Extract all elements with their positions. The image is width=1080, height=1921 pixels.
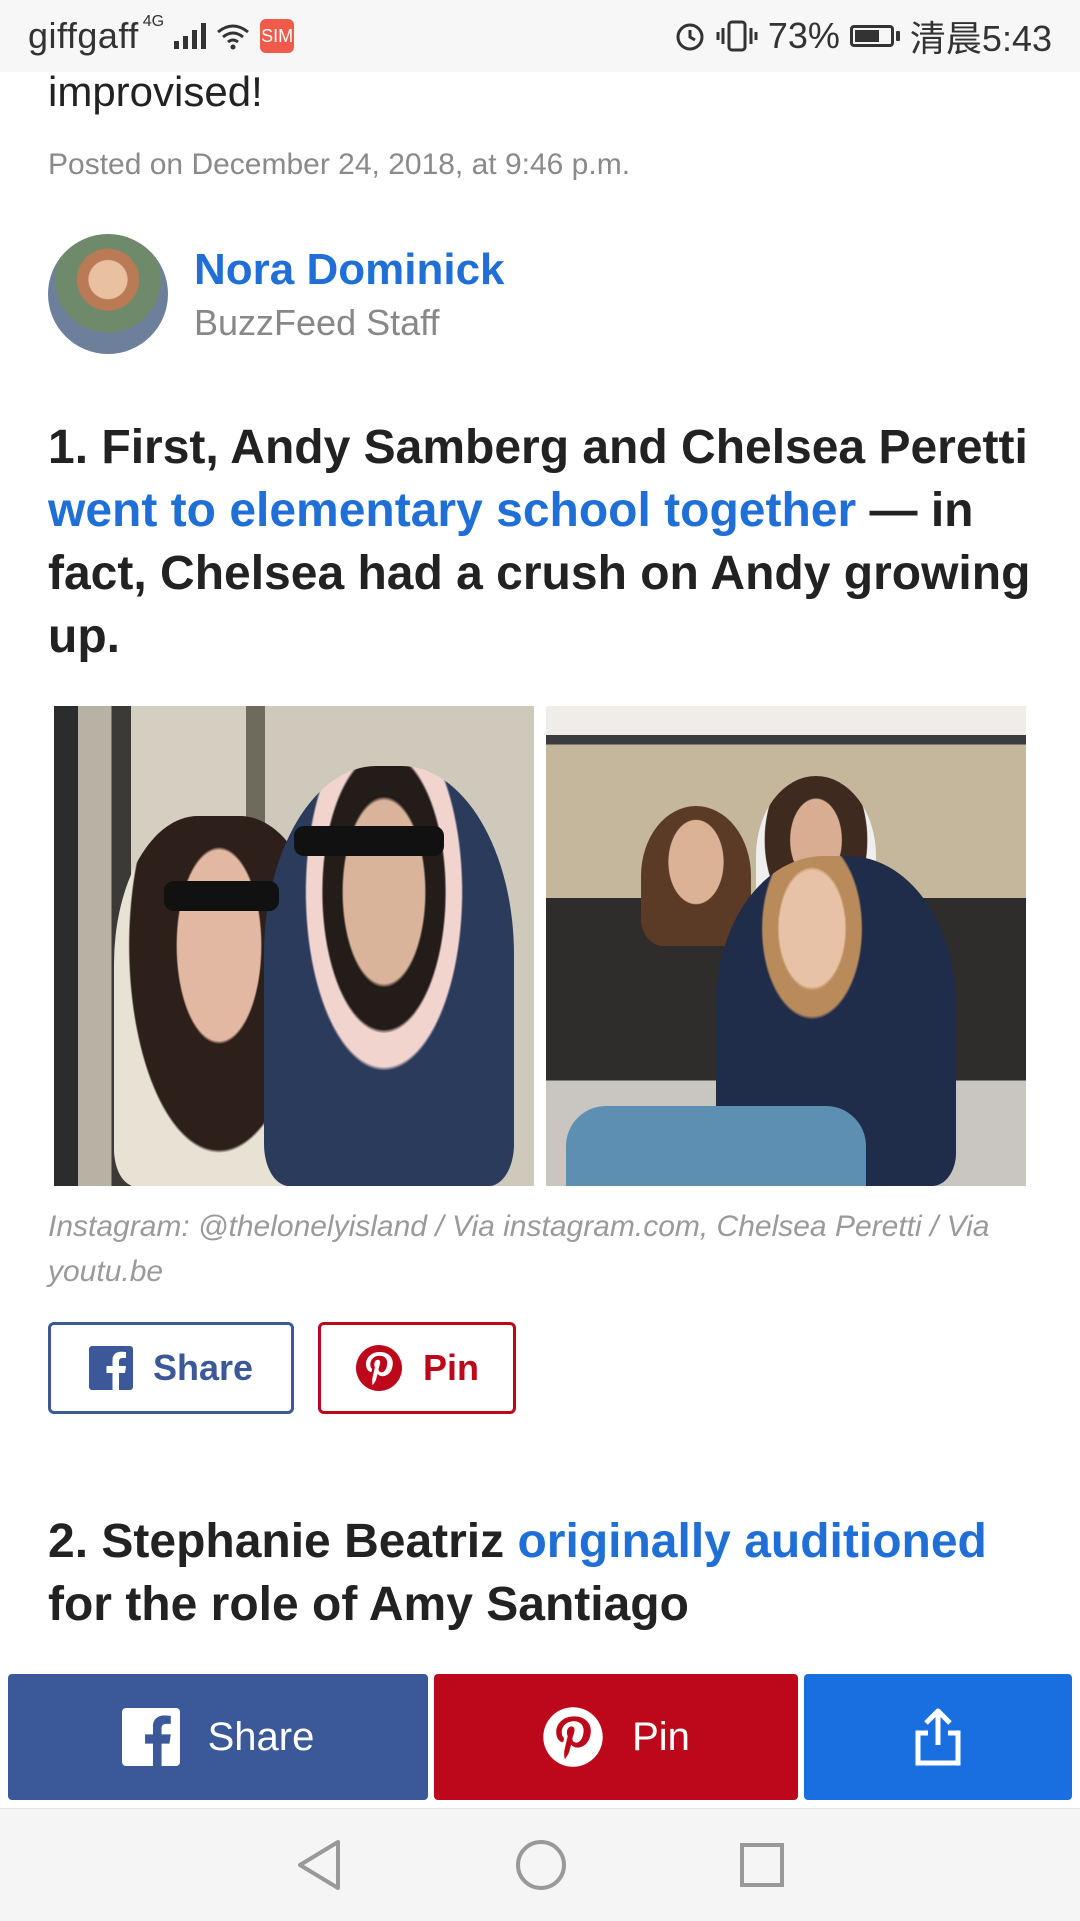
sticky-pinterest-pin-button[interactable]: Pin: [434, 1674, 798, 1800]
battery-icon: [849, 25, 900, 47]
facebook-share-button[interactable]: Share: [48, 1322, 294, 1414]
author-role: BuzzFeed Staff: [194, 302, 440, 343]
heading-1-text-a: 1. First, Andy Samberg and Chelsea Peret…: [48, 421, 1028, 474]
status-left: giffgaff 4G SIM: [28, 13, 295, 57]
battery-percent: 73%: [767, 15, 840, 56]
photo-samberg-peretti-selfie[interactable]: [54, 706, 534, 1186]
previous-paragraph-tail: improvised!: [48, 68, 263, 115]
inline-share-row: Share Pin: [48, 1322, 1048, 1414]
sticky-facebook-share-button[interactable]: Share: [8, 1674, 428, 1800]
facebook-icon: [121, 1708, 180, 1766]
sticky-pinterest-label: Pin: [632, 1714, 690, 1759]
sim-app-icon: SIM: [260, 19, 295, 53]
wifi-icon: [217, 24, 250, 50]
posted-date: Posted on December 24, 2018, at 9:46 p.m…: [48, 148, 631, 181]
heading-2-link[interactable]: originally auditioned: [517, 1515, 986, 1568]
author-byline[interactable]: Nora Dominick BuzzFeed Staff: [48, 234, 1048, 354]
sticky-native-share-button[interactable]: [804, 1674, 1072, 1800]
author-info: Nora Dominick BuzzFeed Staff: [194, 244, 505, 344]
photo-kids-in-car[interactable]: [546, 706, 1026, 1186]
clock: 清晨5:43: [909, 18, 1052, 59]
author-avatar[interactable]: [48, 234, 168, 354]
list-item-heading-1: 1. First, Andy Samberg and Chelsea Peret…: [48, 416, 1048, 668]
back-icon[interactable]: [294, 1838, 344, 1892]
image-pair: [54, 706, 1048, 1186]
list-item-heading-2: 2. Stephanie Beatriz originally audition…: [48, 1510, 1048, 1636]
facebook-share-label: Share: [152, 1347, 254, 1388]
system-navigation-bar: [0, 1808, 1080, 1921]
heading-1-link[interactable]: went to elementary school together: [48, 484, 856, 537]
pinterest-icon: [543, 1707, 603, 1767]
heading-2-text-b: for the role of Amy Santiago: [48, 1578, 689, 1631]
facebook-icon: [88, 1346, 133, 1390]
vibrate-icon: [716, 20, 758, 52]
sticky-share-bar: Share Pin: [0, 1674, 1080, 1808]
article-content: improvised! Posted on December 24, 2018,…: [48, 68, 1048, 1636]
alarm-icon: [676, 23, 704, 51]
share-icon: [915, 1708, 961, 1766]
carrier-name: giffgaff: [28, 15, 139, 56]
pinterest-icon: [355, 1345, 402, 1391]
pinterest-pin-label: Pin: [422, 1347, 479, 1388]
author-name-link[interactable]: Nora Dominick: [194, 244, 505, 296]
network-type: 4G: [142, 13, 165, 30]
status-right: 73% 清晨5:43: [674, 10, 1052, 62]
home-icon[interactable]: [514, 1838, 568, 1892]
recents-icon[interactable]: [738, 1841, 786, 1889]
status-bar: giffgaff 4G SIM 73% 清晨5:43: [0, 0, 1080, 72]
heading-2-text-a: 2. Stephanie Beatriz: [48, 1515, 518, 1568]
pinterest-pin-button[interactable]: Pin: [318, 1322, 516, 1414]
signal-icon: [174, 23, 207, 49]
image-credit: Instagram: @thelonelyisland / Via instag…: [48, 1210, 990, 1288]
sticky-facebook-label: Share: [207, 1714, 315, 1759]
